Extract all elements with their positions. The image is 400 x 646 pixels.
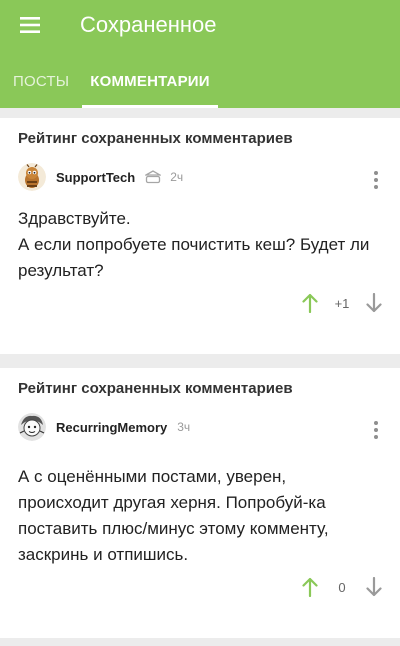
tab-bar: Посты Комментарии — [0, 60, 400, 108]
comment-author-name[interactable]: RecurringMemory — [56, 420, 167, 435]
more-options-icon[interactable] — [368, 418, 384, 442]
downvote-arrow-icon[interactable] — [362, 575, 386, 599]
app-bar: Сохраненное Посты Комментарии — [0, 0, 400, 108]
bank-icon — [145, 170, 162, 184]
active-tab-indicator — [82, 105, 218, 108]
comment-rating: 0 — [338, 579, 346, 595]
comment-author-row: RecurringMemory 3ч — [18, 412, 190, 442]
tab-comments-label: Комментарии — [90, 73, 210, 90]
vote-controls: 0 — [298, 575, 386, 599]
hamburger-icon[interactable] — [10, 8, 50, 42]
saved-comment-card: Рейтинг сохраненных комментариев Support… — [0, 118, 400, 354]
comment-time: 3ч — [177, 420, 191, 434]
tab-comments[interactable]: Комментарии — [82, 60, 218, 108]
comment-author-row: SupportTech 2ч — [18, 162, 183, 192]
comment-meta: 2ч — [145, 170, 183, 184]
comment-rating: +1 — [334, 295, 350, 311]
card-heading[interactable]: Рейтинг сохраненных комментариев — [18, 130, 293, 147]
avatar[interactable] — [18, 163, 46, 191]
comment-time: 2ч — [170, 170, 184, 184]
comment-text: Здравствуйте. А если попробуете почистит… — [18, 209, 370, 280]
avatar[interactable] — [18, 413, 46, 441]
tab-posts[interactable]: Посты — [13, 60, 69, 108]
downvote-arrow-icon[interactable] — [362, 291, 386, 315]
upvote-arrow-icon[interactable] — [298, 575, 322, 599]
comment-meta: 3ч — [177, 420, 190, 434]
comment-text: А с оценёнными постами, уверен, происход… — [18, 467, 329, 564]
page-title: Сохраненное — [80, 12, 217, 37]
comment-author-name[interactable]: SupportTech — [56, 170, 135, 185]
more-options-icon[interactable] — [368, 168, 384, 192]
vote-controls: +1 — [298, 291, 386, 315]
upvote-arrow-icon[interactable] — [298, 291, 322, 315]
card-heading[interactable]: Рейтинг сохраненных комментариев — [18, 380, 293, 397]
